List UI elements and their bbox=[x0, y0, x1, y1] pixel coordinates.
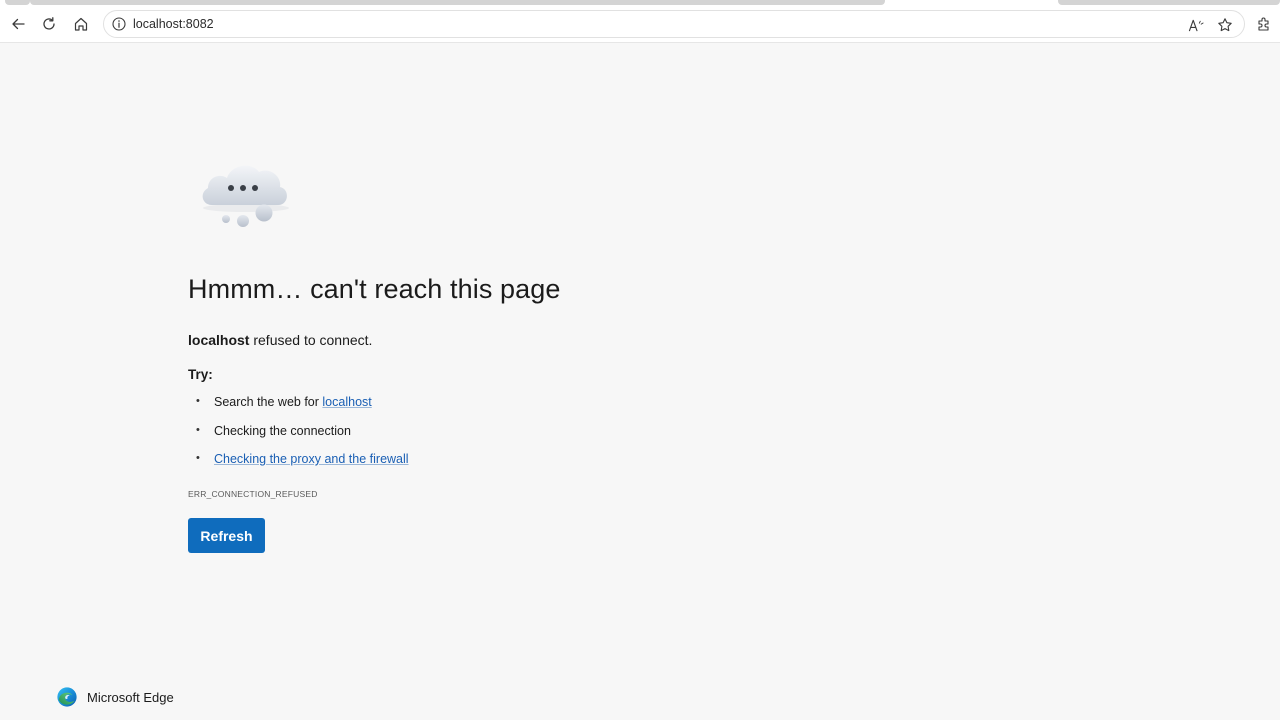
back-arrow-icon bbox=[12, 18, 25, 30]
extensions-icon bbox=[1258, 17, 1269, 31]
host-name: localhost bbox=[188, 332, 250, 348]
tab-remnant[interactable] bbox=[5, 0, 30, 5]
footer-brand: Microsoft Edge bbox=[56, 686, 174, 708]
address-bar[interactable]: localhost:8082 bbox=[103, 10, 1245, 38]
try-label: Try: bbox=[188, 367, 213, 382]
refresh-button[interactable]: Refresh bbox=[188, 518, 265, 553]
back-button[interactable] bbox=[4, 10, 32, 38]
home-icon bbox=[74, 17, 88, 31]
error-page: Hmmm… can't reach this page localhost re… bbox=[0, 43, 1280, 720]
brand-name: Microsoft Edge bbox=[87, 689, 174, 705]
proxy-firewall-link[interactable]: Checking the proxy and the firewall bbox=[214, 452, 409, 466]
favorite-button[interactable] bbox=[1215, 15, 1235, 35]
info-icon[interactable] bbox=[111, 16, 127, 32]
suggestion-list: Search the web for localhost Checking th… bbox=[196, 395, 409, 481]
search-prefix: Search the web for bbox=[214, 395, 323, 409]
home-button[interactable] bbox=[67, 10, 95, 38]
browser-toolbar: localhost:8082 bbox=[0, 6, 1280, 43]
read-aloud-button[interactable] bbox=[1186, 15, 1206, 35]
refused-text: refused to connect. bbox=[249, 332, 373, 348]
list-item: Checking the connection bbox=[196, 424, 409, 453]
reload-button[interactable] bbox=[35, 10, 63, 38]
edge-logo-icon bbox=[57, 687, 77, 707]
reload-icon bbox=[43, 17, 55, 30]
tab-remnant[interactable] bbox=[1058, 0, 1280, 5]
list-item: Search the web for localhost bbox=[196, 395, 409, 424]
checking-connection-text: Checking the connection bbox=[214, 423, 351, 438]
tab-remnant[interactable] bbox=[30, 0, 885, 5]
list-item: Checking the proxy and the firewall bbox=[196, 452, 409, 481]
star-icon bbox=[1218, 18, 1232, 32]
url-text[interactable]: localhost:8082 bbox=[133, 17, 214, 31]
search-web-link[interactable]: localhost bbox=[322, 395, 371, 409]
refused-message: localhost refused to connect. bbox=[188, 332, 372, 348]
cloud-icon bbox=[202, 165, 289, 227]
extensions-button[interactable] bbox=[1250, 10, 1278, 38]
read-aloud-icon bbox=[1188, 19, 1204, 31]
page-title: Hmmm… can't reach this page bbox=[188, 274, 561, 304]
error-code: ERR_CONNECTION_REFUSED bbox=[188, 489, 318, 499]
